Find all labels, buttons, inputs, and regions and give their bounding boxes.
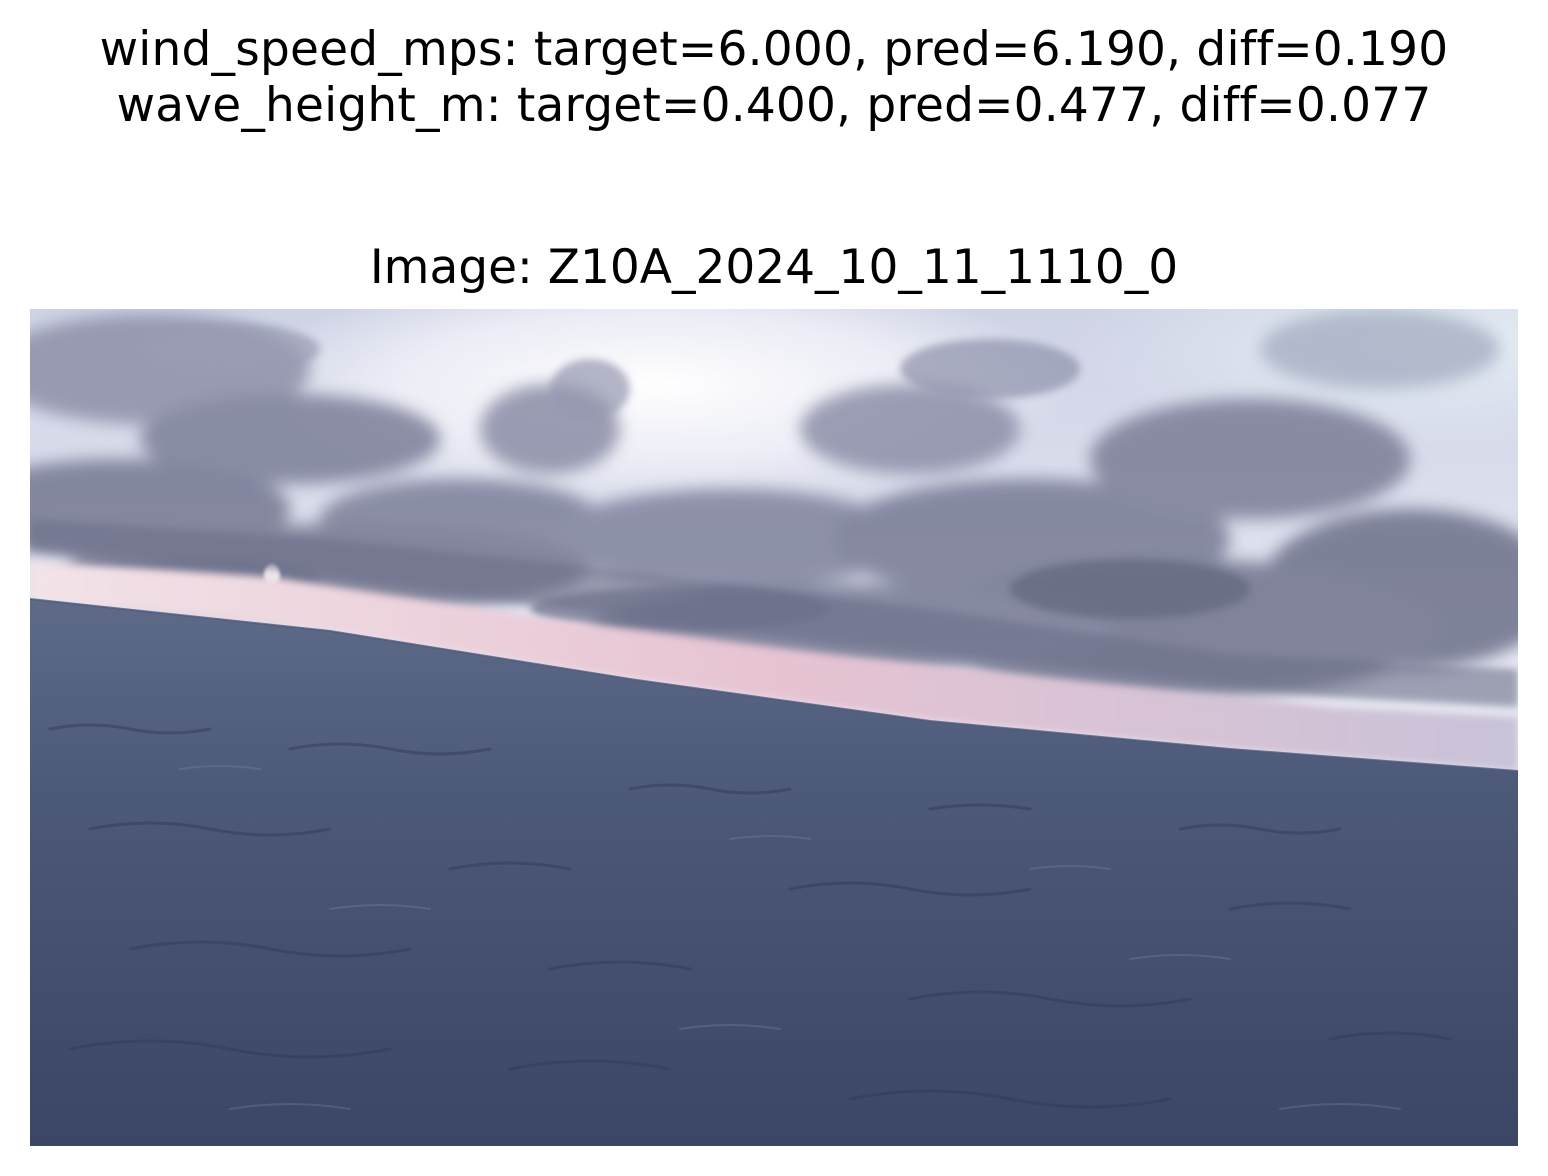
wave-height-metric: wave_height_m: target=0.400, pred=0.477,… [116,78,1432,133]
image-title: Image: Z10A_2024_10_11_1110_0 [369,240,1179,295]
wind-speed-metric: wind_speed_mps: target=6.000, pred=6.190… [99,22,1449,77]
sea-photo [30,309,1518,1146]
metrics-header: wind_speed_mps: target=6.000, pred=6.190… [0,22,1548,134]
